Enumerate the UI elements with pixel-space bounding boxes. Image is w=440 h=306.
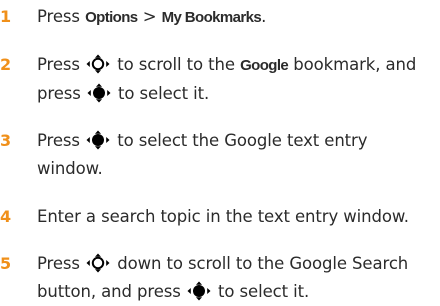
step-text-segment: Press <box>37 254 86 273</box>
step-text: Press to select the Google text entry win… <box>37 127 437 183</box>
step-number: 2 <box>0 55 12 74</box>
step-text-segment: to select the Google text entry <box>112 131 368 150</box>
center-select-key-icon <box>87 83 111 103</box>
step-text-segment: to scroll to the <box>112 55 241 74</box>
step-text-segment: button, and press <box>37 282 186 301</box>
step-text-segment: Press <box>37 7 86 26</box>
step-text-segment: press <box>37 84 86 103</box>
step-number: 4 <box>0 207 12 226</box>
my-bookmarks-menu-label: My Bookmarks <box>161 9 262 26</box>
step-text-segment: Press <box>37 131 86 150</box>
step-text-segment: Press <box>37 55 86 74</box>
step-text: Press down to scroll to the Google Searc… <box>37 250 437 306</box>
step-number: 5 <box>0 254 12 273</box>
step-text-segment: . <box>261 7 267 26</box>
options-menu-label: Options <box>85 9 138 26</box>
step-text-segment: > <box>137 7 162 26</box>
step-text-segment: to select it. <box>212 282 310 301</box>
center-select-key-icon <box>187 281 211 301</box>
step-text-segment: window. <box>37 159 103 178</box>
step-text-segment: down to scroll to the Google Search <box>112 254 409 273</box>
step-text-segment: to select it. <box>112 84 210 103</box>
step-text: Press to scroll to the Google bookmark, … <box>37 51 437 108</box>
step-text-segment: Enter a search topic in the text entry w… <box>37 207 409 226</box>
instruction-steps: 1 Press Options > My Bookmarks. 2 Press … <box>0 0 440 305</box>
step-number: 1 <box>0 7 12 26</box>
navigation-key-icon <box>86 54 110 74</box>
step-number: 3 <box>0 131 12 150</box>
center-select-key-icon <box>86 130 110 150</box>
navigation-key-icon <box>86 253 110 273</box>
step-text-segment: bookmark, and <box>288 55 417 74</box>
step-text: Enter a search topic in the text entry w… <box>37 203 437 231</box>
step-text: Press Options > My Bookmarks. <box>37 3 437 32</box>
google-bookmark-label: Google <box>240 57 289 74</box>
